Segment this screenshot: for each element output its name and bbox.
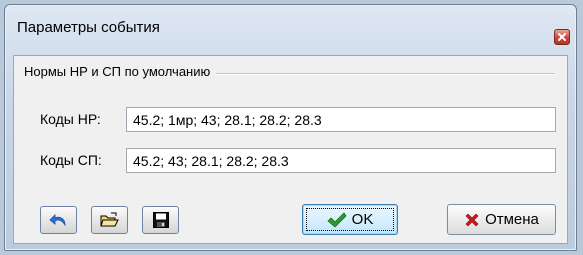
cancel-button-label: Отмена (485, 211, 539, 228)
close-icon (558, 33, 566, 41)
cancel-button[interactable]: Отмена (447, 204, 556, 235)
open-folder-icon (99, 212, 119, 227)
undo-icon (48, 214, 65, 227)
nr-codes-input[interactable] (126, 107, 556, 132)
dialog-content: Нормы НР и СП по умолчанию Коды НР: Коды… (13, 55, 568, 244)
title-bar[interactable]: Параметры события (5, 5, 576, 49)
undo-button[interactable] (40, 206, 77, 234)
ok-button-label: OK (351, 211, 374, 228)
sp-codes-input[interactable] (126, 148, 556, 173)
ok-button[interactable]: OK (302, 204, 398, 235)
floppy-disk-icon (152, 212, 169, 228)
open-button[interactable] (91, 206, 128, 234)
checkmark-icon (327, 211, 347, 228)
window-title: Параметры события (17, 19, 160, 36)
close-button[interactable] (554, 29, 570, 45)
nr-codes-label: Коды НР: (40, 111, 101, 127)
red-x-icon (465, 213, 479, 226)
save-button[interactable] (142, 206, 179, 234)
dialog-window: Параметры события Нормы НР и СП по умолч… (4, 4, 577, 251)
sp-codes-label: Коды СП: (40, 152, 102, 168)
group-title: Нормы НР и СП по умолчанию (24, 64, 217, 79)
focus-rectangle (306, 208, 394, 231)
